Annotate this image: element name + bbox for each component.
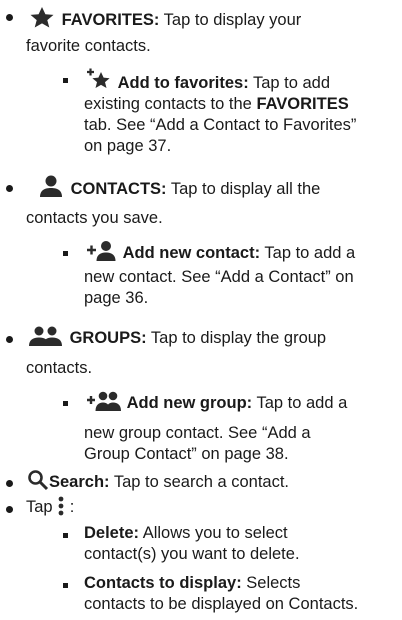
contacts-line-1: CONTACTS: Tap to display all the: [36, 174, 320, 200]
add-contact-desc: Tap to add a: [260, 244, 356, 262]
add-contact-line-3: page 36.: [84, 289, 149, 307]
search-desc: Tap to search a contact.: [109, 473, 290, 491]
person-icon: [40, 175, 62, 197]
star-icon: [30, 7, 54, 28]
add-group-desc: Tap to add a: [252, 394, 348, 412]
bullet: [6, 14, 13, 21]
add-favorites-line-1: Add to favorites: Tap to add: [85, 67, 330, 94]
add-group-line-3: Group Contact” on page 38.: [84, 445, 289, 463]
bullet: [6, 506, 13, 513]
contacts-term: CONTACTS:: [70, 180, 167, 198]
add-contact-line-1: Add new contact: Tap to add a: [86, 240, 355, 264]
add-favorites-term: Add to favorites:: [117, 74, 249, 92]
add-group-line-2: new group contact. See “Add a: [84, 424, 311, 442]
tap-text: Tap: [26, 498, 58, 516]
manual-page: FAVORITES: Tap to display your favorite …: [0, 0, 402, 620]
add-contact-term: Add new contact:: [122, 244, 261, 262]
favorites-desc: Tap to display your: [159, 11, 302, 29]
search-term: Search:: [49, 473, 110, 491]
search-line: Search: Tap to search a contact.: [27, 469, 289, 493]
groups-term: GROUPS:: [69, 329, 147, 347]
groups-desc: Tap to display the group: [146, 329, 327, 347]
sub-bullet: [63, 401, 68, 406]
contacts-display-line-1: Contacts to display: Selects: [84, 572, 300, 594]
add-contact-line-2: new contact. See “Add a Contact” on: [84, 268, 354, 286]
tap-more-line: Tap :: [26, 495, 74, 518]
tap-colon: :: [65, 498, 75, 516]
contacts-display-term: Contacts to display:: [84, 574, 242, 592]
sub-bullet: [63, 251, 68, 256]
delete-term: Delete:: [84, 524, 140, 542]
add-favorites-line-3: tab. See “Add a Contact to Favorites”: [84, 116, 357, 134]
add-favorites-desc: Tap to add: [248, 74, 331, 92]
delete-line-1: Delete: Allows you to select: [84, 522, 288, 544]
favorites-line-2: favorite contacts.: [26, 37, 151, 55]
search-icon: [28, 470, 49, 491]
add-favorites-line-2: existing contacts to the FAVORITES: [84, 93, 349, 115]
add-person-icon: [87, 241, 116, 261]
group-icon: [29, 326, 62, 346]
add-group-line-1: Add new group: Tap to add a: [86, 390, 347, 414]
add-favorites-line-4: on page 37.: [84, 137, 172, 155]
groups-line-2: contacts.: [26, 359, 93, 377]
contacts-display-desc: Selects: [241, 574, 301, 592]
delete-desc: Allows you to select: [139, 524, 288, 542]
favorites-term: FAVORITES:: [61, 11, 160, 29]
bullet: [6, 336, 13, 343]
groups-line-1: GROUPS: Tap to display the group: [27, 325, 326, 349]
add-star-icon: [87, 68, 110, 88]
sub-bullet: [63, 583, 68, 588]
sub-bullet: [63, 78, 68, 83]
more-vert-icon: [58, 496, 64, 516]
contacts-display-line-2: contacts to be displayed on Contacts.: [84, 595, 359, 613]
favorites-line-1: FAVORITES: Tap to display your: [27, 6, 301, 31]
delete-line-2: contact(s) you want to delete.: [84, 545, 300, 563]
add-group-icon: [87, 391, 121, 411]
add-favorites-desc-2: existing contacts to the: [84, 95, 257, 113]
sub-bullet: [63, 533, 68, 538]
contacts-desc: Tap to display all the: [166, 180, 321, 198]
contacts-line-2: contacts you save.: [26, 209, 163, 227]
favorites-tab-term: FAVORITES: [256, 95, 349, 113]
bullet: [6, 185, 13, 192]
bullet: [6, 480, 13, 487]
add-group-term: Add new group:: [126, 394, 253, 412]
